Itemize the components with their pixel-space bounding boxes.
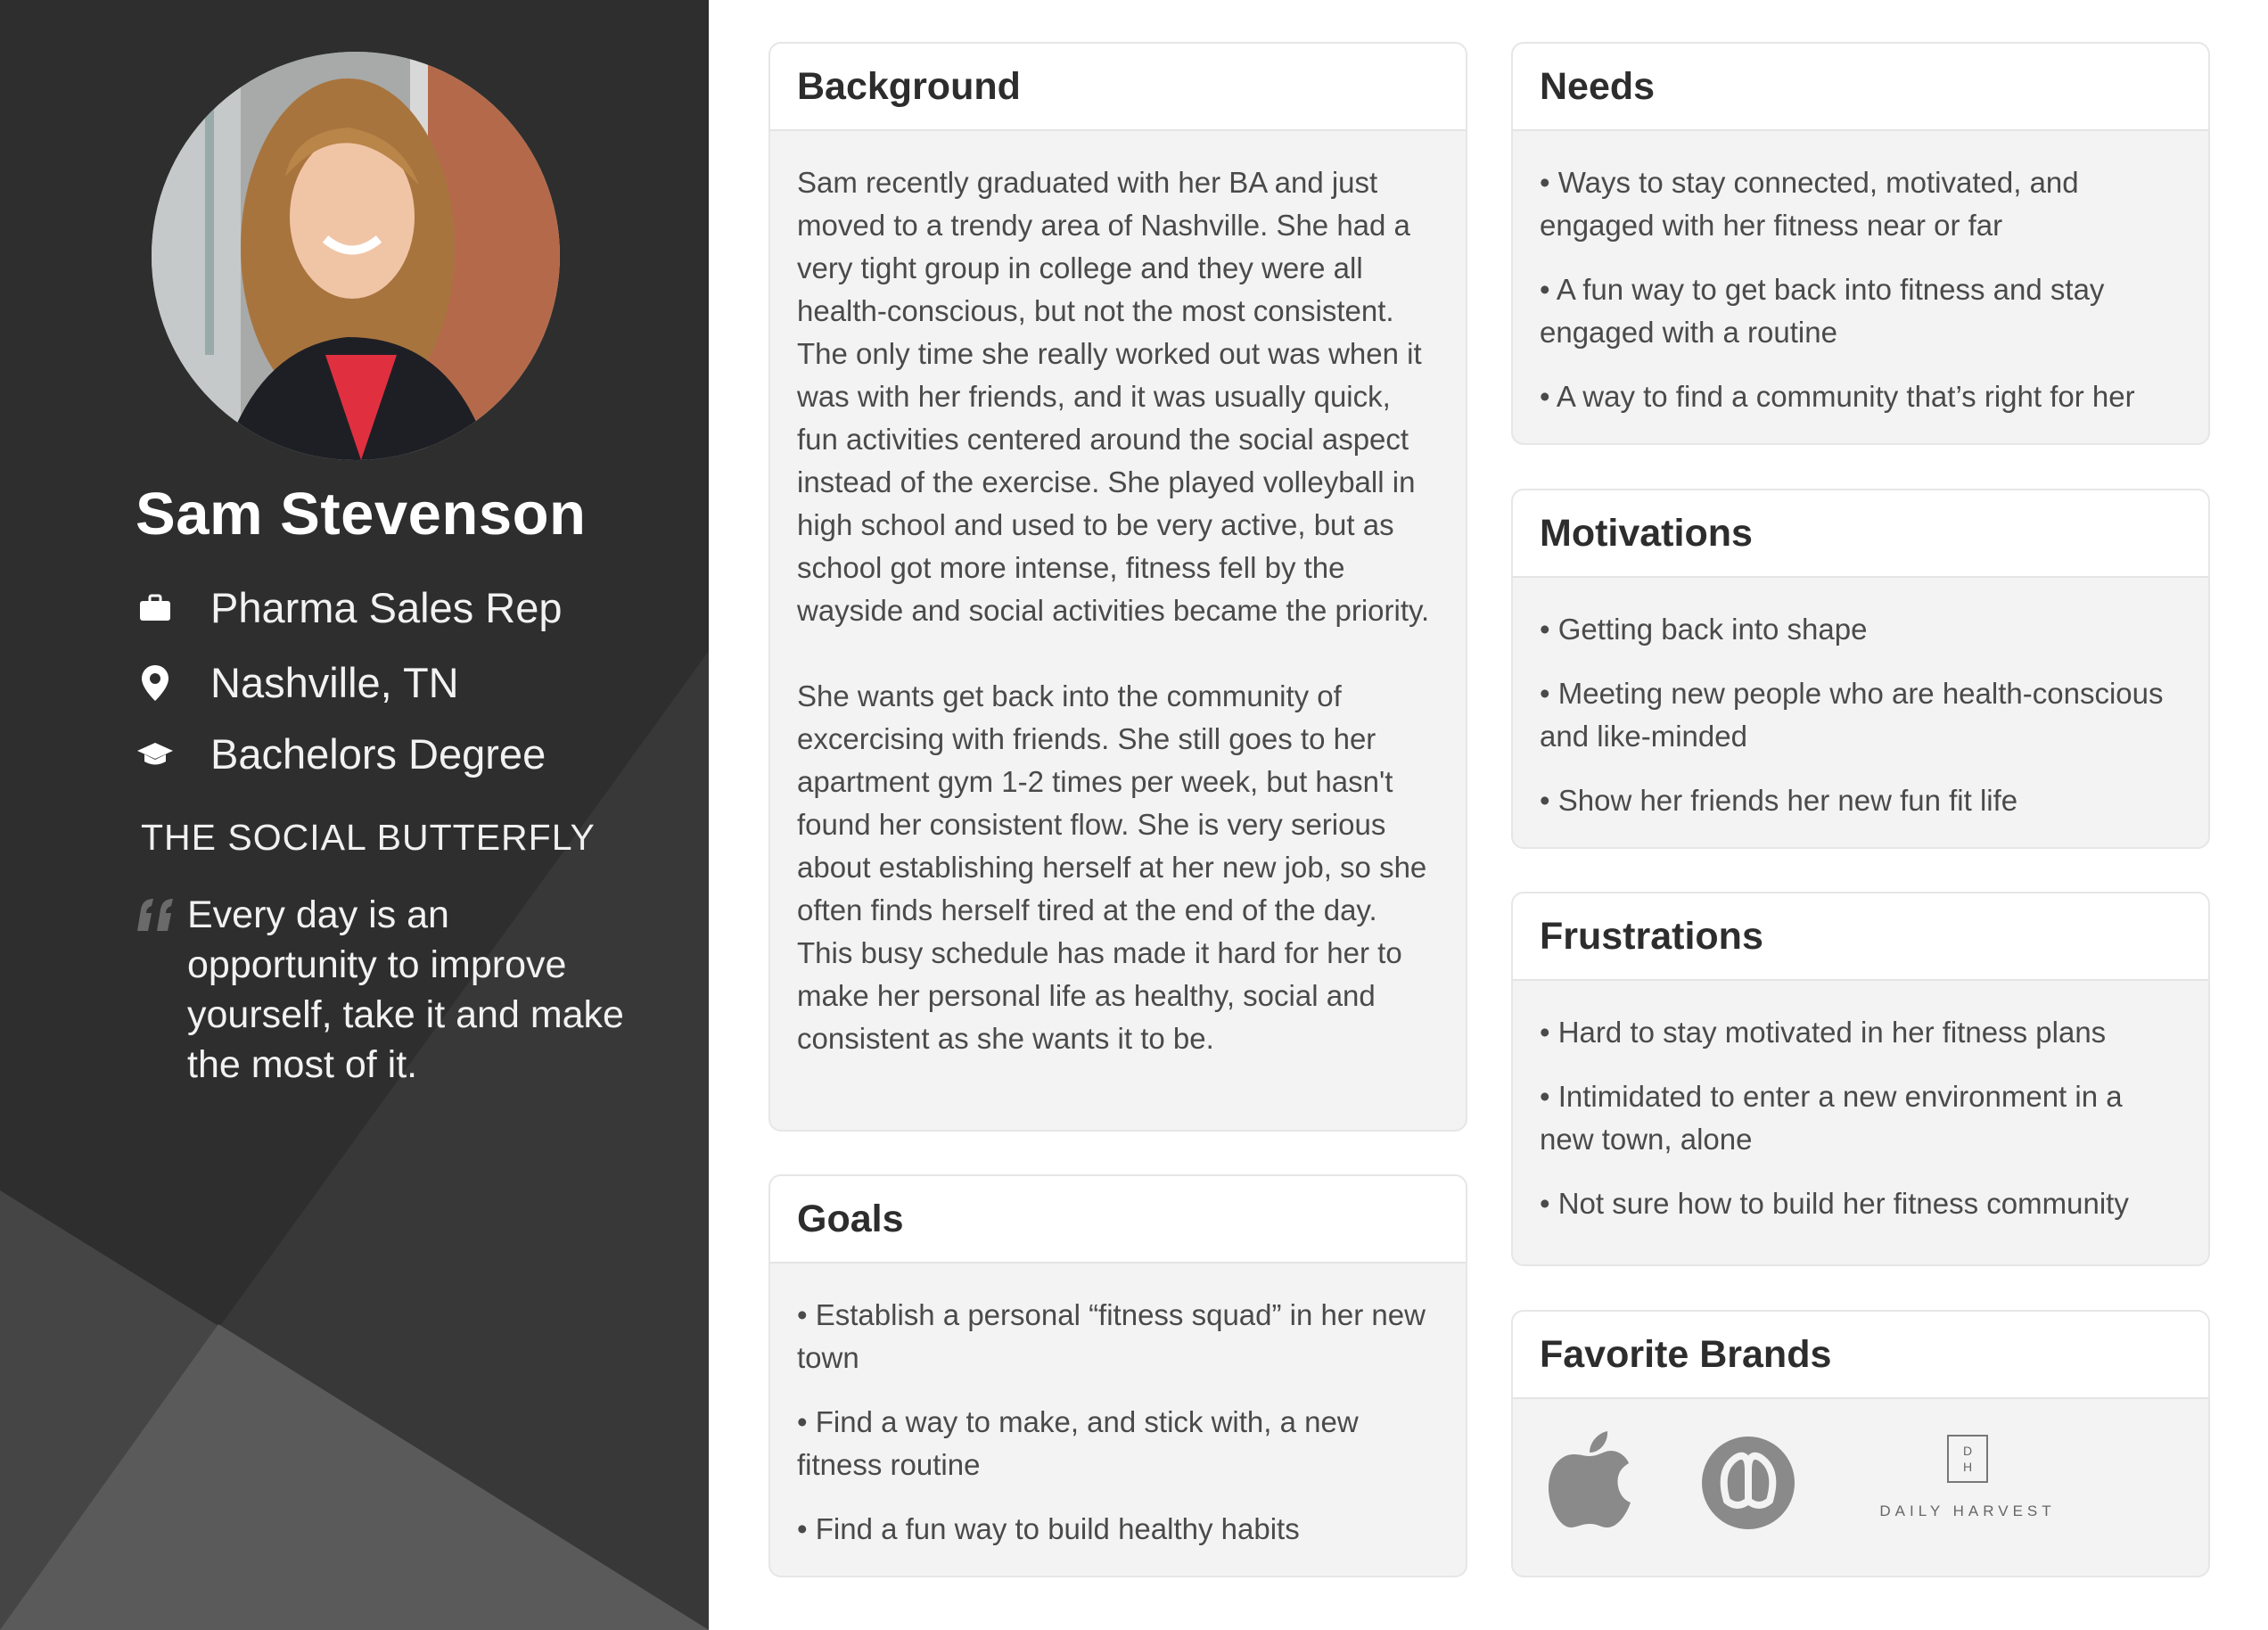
list-item: • Establish a personal “fitness squad” i… [797, 1298, 1426, 1374]
map-pin-icon [136, 663, 175, 703]
persona-quote: Every day is an opportunity to improve y… [187, 893, 624, 1086]
card-header: Needs [1513, 44, 2208, 131]
list-item: • Meeting new people who are health-cons… [1540, 677, 2164, 753]
favorite-brands-card: Favorite Brands D H DAILY HARVEST [1511, 1310, 2210, 1577]
brand-logos: D H DAILY HARVEST [1513, 1399, 2208, 1576]
list-item: • Hard to stay motivated in her fitness … [1540, 1016, 2107, 1049]
apple-logo-icon [1549, 1431, 1631, 1529]
card-header: Frustrations [1513, 893, 2208, 981]
list-item: • Find a way to make, and stick with, a … [797, 1405, 1359, 1481]
card-title: Motivations [1540, 511, 1753, 555]
background-card: Background Sam recently graduated with h… [768, 42, 1467, 1132]
list-item: • Intimidated to enter a new environment… [1540, 1080, 2123, 1156]
education-row: Bachelors Degree [136, 729, 546, 778]
card-title: Goals [797, 1197, 904, 1240]
needs-card: Needs • Ways to stay connected, motivate… [1511, 42, 2210, 445]
goals-card: Goals • Establish a personal “fitness sq… [768, 1174, 1467, 1577]
card-body: • Ways to stay connected, motivated, and… [1513, 131, 2208, 418]
background-paragraph: She wants get back into the community of… [797, 679, 1427, 1055]
list-item: • Getting back into shape [1540, 613, 1868, 646]
lululemon-logo-icon [1700, 1435, 1796, 1531]
dh-mark-bottom: H [1962, 1460, 1973, 1474]
graduation-cap-icon [136, 735, 175, 774]
motivations-card: Motivations • Getting back into shape • … [1511, 489, 2210, 849]
profile-photo [152, 52, 560, 460]
card-body: • Getting back into shape • Meeting new … [1513, 578, 2208, 822]
daily-harvest-wordmark: DAILY HARVEST [1879, 1502, 2056, 1519]
profile-sidebar: Sam Stevenson Pharma Sales Rep Nashville… [0, 0, 709, 1630]
card-header: Motivations [1513, 490, 2208, 578]
card-title: Frustrations [1540, 914, 1763, 958]
persona-name: Sam Stevenson [136, 481, 587, 547]
card-title: Favorite Brands [1540, 1332, 1832, 1376]
briefcase-icon [136, 589, 175, 628]
frustrations-card: Frustrations • Hard to stay motivated in… [1511, 892, 2210, 1266]
occupation-row: Pharma Sales Rep [136, 583, 562, 632]
dh-mark-top: D [1962, 1444, 1973, 1458]
card-header: Goals [770, 1176, 1466, 1264]
location-row: Nashville, TN [136, 658, 459, 707]
list-item: • Find a fun way to build healthy habits [797, 1512, 1300, 1545]
occupation-text: Pharma Sales Rep [210, 584, 563, 631]
list-item: • A fun way to get back into fitness and… [1540, 273, 2105, 349]
card-body: • Hard to stay motivated in her fitness … [1513, 981, 2208, 1225]
card-body: Sam recently graduated with her BA and j… [770, 131, 1466, 1060]
education-text: Bachelors Degree [210, 730, 546, 778]
daily-harvest-mark: D H [1947, 1435, 1988, 1483]
card-header: Favorite Brands [1513, 1312, 2208, 1399]
location-text: Nashville, TN [210, 659, 459, 706]
card-title: Background [797, 64, 1021, 108]
card-body: • Establish a personal “fitness squad” i… [770, 1264, 1466, 1551]
daily-harvest-logo: D H DAILY HARVEST [1869, 1435, 2066, 1533]
list-item: • Not sure how to build her fitness comm… [1540, 1187, 2129, 1220]
persona-tagline: THE SOCIAL BUTTERFLY [141, 817, 596, 858]
list-item: • A way to find a community that’s right… [1540, 380, 2135, 413]
card-title: Needs [1540, 64, 1656, 108]
avatar [152, 52, 560, 460]
list-item: • Ways to stay connected, motivated, and… [1540, 166, 2079, 242]
card-header: Background [770, 44, 1466, 131]
quote-icon [136, 897, 175, 933]
background-paragraph: Sam recently graduated with her BA and j… [797, 166, 1430, 627]
list-item: • Show her friends her new fun fit life [1540, 784, 2018, 817]
